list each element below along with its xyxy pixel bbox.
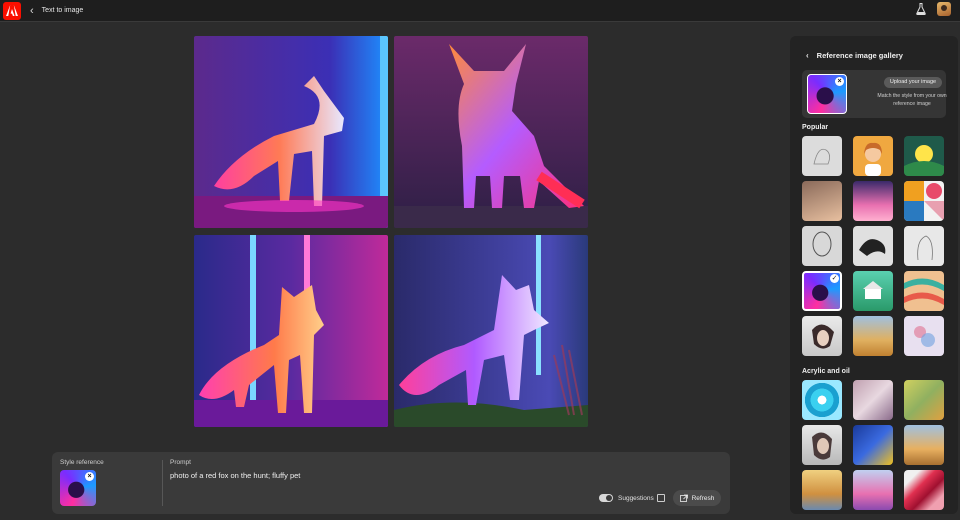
- style-reference-label: Style reference: [60, 459, 104, 466]
- gallery-thumb-starry-blue[interactable]: [853, 425, 893, 465]
- result-image-3[interactable]: [194, 235, 388, 427]
- back-chevron-icon[interactable]: ‹: [30, 5, 34, 17]
- panel-title: Reference image gallery: [816, 51, 903, 60]
- gallery-thumb-pencil-portrait[interactable]: [904, 226, 944, 266]
- suggestions-label: Suggestions: [618, 495, 654, 502]
- suggestions-toggle[interactable]: [599, 494, 613, 502]
- section-label-popular: Popular: [802, 124, 829, 131]
- remove-reference-icon[interactable]: ×: [835, 77, 844, 86]
- reference-gallery-panel: ‹ Reference image gallery × Upload your …: [790, 36, 958, 514]
- gallery-thumb-red-waves[interactable]: [904, 470, 944, 510]
- gallery-thumb-3d-house[interactable]: [853, 271, 893, 311]
- section-label-acrylic-and-oil: Acrylic and oil: [802, 368, 850, 375]
- upload-image-button[interactable]: Upload your image: [884, 77, 942, 88]
- gallery-thumb-impasto-yellow[interactable]: [904, 380, 944, 420]
- result-image-4[interactable]: [394, 235, 588, 427]
- gallery-thumb-windmill-oil[interactable]: [904, 425, 944, 465]
- gallery-thumb-neon-selected[interactable]: ✓: [802, 271, 842, 311]
- top-bar: ‹ Text to image: [0, 0, 960, 22]
- gallery-thumb-landscape-sun[interactable]: [904, 136, 944, 176]
- current-reference-thumbnail[interactable]: ×: [807, 74, 847, 114]
- result-image-1[interactable]: [194, 36, 388, 228]
- gallery-thumb-bw-portrait[interactable]: [802, 316, 842, 356]
- upload-card: × Upload your image Match the style from…: [802, 70, 947, 118]
- gallery-thumb-oil-portrait[interactable]: [802, 425, 842, 465]
- gallery-thumb-wavy-pattern[interactable]: [904, 271, 944, 311]
- gallery-thumb-sketch[interactable]: [802, 136, 842, 176]
- prompt-input[interactable]: photo of a red fox on the hunt; fluffy p…: [170, 471, 300, 480]
- gallery-thumb-abstract-interior[interactable]: [853, 380, 893, 420]
- gallery-thumb-cartoon-portrait[interactable]: [853, 136, 893, 176]
- refresh-button[interactable]: Refresh: [673, 490, 721, 506]
- results-grid: [194, 36, 588, 428]
- style-reference-thumbnail[interactable]: ×: [60, 470, 96, 506]
- remove-style-reference-icon[interactable]: ×: [85, 472, 94, 481]
- gallery-thumb-blue-swirl[interactable]: [802, 380, 842, 420]
- page-title: Text to image: [41, 7, 84, 14]
- upload-description: Match the style from your own reference …: [877, 93, 947, 107]
- gallery-thumb-pink-clouds[interactable]: [853, 181, 893, 221]
- suggestions-settings-icon[interactable]: [657, 494, 665, 502]
- gallery-thumb-pink-landscape[interactable]: [853, 470, 893, 510]
- divider: [162, 460, 163, 506]
- adobe-logo-icon[interactable]: [3, 1, 21, 20]
- panel-back-chevron-icon[interactable]: ‹: [806, 51, 809, 60]
- refresh-icon: [679, 494, 688, 502]
- gallery-thumb-watercolor-figure[interactable]: [904, 316, 944, 356]
- gallery-thumb-windmill-painting[interactable]: [853, 316, 893, 356]
- prompt-bar: Style reference × Prompt photo of a red …: [52, 452, 730, 514]
- user-avatar[interactable]: [937, 2, 951, 16]
- gallery-thumb-sunset-field[interactable]: [802, 470, 842, 510]
- gallery-thumb-ink-animals[interactable]: [853, 226, 893, 266]
- result-image-2[interactable]: [394, 36, 588, 228]
- gallery-thumb-geometric[interactable]: [904, 181, 944, 221]
- gallery-thumb-classical-sketch[interactable]: [802, 226, 842, 266]
- selected-check-icon: ✓: [830, 274, 839, 283]
- gallery-thumb-sleeping-photo[interactable]: [802, 181, 842, 221]
- prompt-label: Prompt: [170, 459, 191, 466]
- flask-icon[interactable]: [915, 2, 927, 16]
- refresh-label: Refresh: [691, 494, 715, 502]
